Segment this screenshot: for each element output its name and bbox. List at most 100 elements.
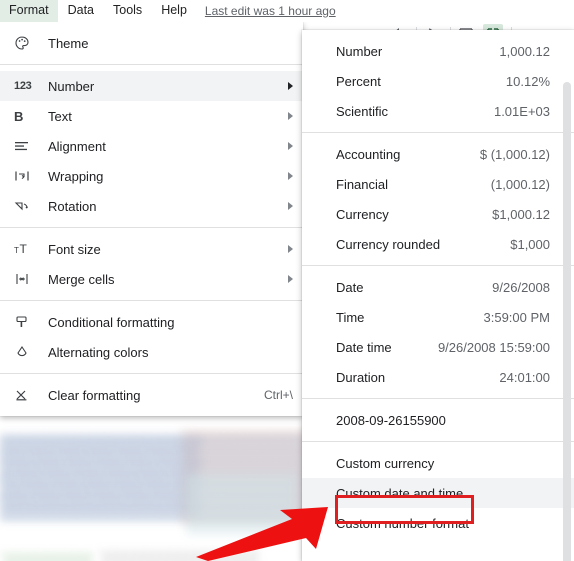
- menu-item-wrapping[interactable]: Wrapping: [0, 161, 303, 191]
- scrollbar-thumb[interactable]: [563, 82, 571, 561]
- menu-item-number[interactable]: 123 Number: [0, 71, 303, 101]
- menu-item-label: Wrapping: [48, 168, 104, 184]
- submenu-item-label: Financial: [336, 176, 389, 192]
- submenu-item-label: Number: [336, 43, 383, 59]
- menu-tools[interactable]: Tools: [104, 0, 151, 22]
- 123-icon: 123: [14, 80, 32, 92]
- palette-icon: [14, 35, 38, 51]
- menu-item-label: Number: [48, 78, 95, 94]
- submenu-item-label: Date time: [336, 339, 392, 355]
- menu-item-conditional-formatting[interactable]: Conditional formatting: [0, 307, 303, 337]
- submenu-item-label: Accounting: [336, 146, 401, 162]
- menu-help[interactable]: Help: [152, 0, 196, 22]
- chevron-right-icon: [288, 82, 293, 90]
- chevron-right-icon: [288, 112, 293, 120]
- menu-item-rotation[interactable]: Rotation: [0, 191, 303, 221]
- submenu-divider-2: [302, 265, 574, 266]
- submenu-item-example: $1,000: [510, 236, 550, 252]
- menu-item-label: Theme: [48, 35, 89, 51]
- submenu-item-currency-rounded[interactable]: Currency rounded $1,000: [302, 229, 574, 259]
- alignment-icon: [14, 139, 38, 153]
- alternating-colors-icon: [14, 345, 38, 359]
- chevron-right-icon: [288, 142, 293, 150]
- menu-divider-4: [0, 373, 303, 374]
- submenu-item-example: 1.01E+03: [493, 103, 550, 119]
- screenshot-root: Format Data Tools Help Last edit was 1 h…: [0, 0, 574, 561]
- submenu-item-label: Date: [336, 279, 364, 295]
- submenu-item-custom-date-and-time[interactable]: Custom date and time: [302, 478, 574, 508]
- submenu-item-date-time[interactable]: Date time 9/26/2008 15:59:00: [302, 332, 574, 362]
- submenu-item-label: Currency: [336, 206, 389, 222]
- backdrop-band-gray: [100, 550, 260, 561]
- menu-item-text[interactable]: B Text: [0, 101, 303, 131]
- submenu-item-label: Currency rounded: [336, 236, 441, 252]
- menu-format[interactable]: Format: [0, 0, 58, 22]
- submenu-item-example: $ (1,000.12): [479, 146, 550, 162]
- submenu-item-currency[interactable]: Currency $1,000.12: [302, 199, 574, 229]
- submenu-item-financial[interactable]: Financial (1,000.12): [302, 169, 574, 199]
- chevron-right-icon: [288, 202, 293, 210]
- submenu-item-label: Custom number format: [336, 515, 469, 531]
- menu-item-alignment[interactable]: Alignment: [0, 131, 303, 161]
- menu-divider-1: [0, 64, 303, 65]
- submenu-item-label: 2008-09-26155900: [336, 412, 446, 428]
- submenu-item-label: Scientific: [336, 103, 389, 119]
- menu-item-theme[interactable]: Theme: [0, 28, 303, 58]
- submenu-divider-3: [302, 398, 574, 399]
- menu-item-label: Alignment: [48, 138, 106, 154]
- menu-item-shortcut: Ctrl+\: [263, 388, 293, 402]
- submenu-item-example: $1,000.12: [492, 206, 550, 222]
- submenu-item-label: Custom currency: [336, 455, 435, 471]
- menu-item-label: Rotation: [48, 198, 97, 214]
- backdrop-cell-block: [186, 474, 296, 534]
- number-format-submenu: Number 1,000.12 Percent 10.12% Scientifi…: [302, 30, 574, 561]
- last-edit-label[interactable]: Last edit was 1 hour ago: [205, 4, 336, 18]
- submenu-item-custom-applied-format[interactable]: 2008-09-26155900: [302, 405, 574, 435]
- submenu-item-label: Custom date and time: [336, 485, 464, 501]
- wrapping-icon: [14, 169, 38, 183]
- submenu-item-example: 9/26/2008: [492, 279, 550, 295]
- backdrop-band-green: [2, 552, 94, 561]
- menu-item-label: Merge cells: [48, 271, 115, 287]
- menu-item-label: Font size: [48, 241, 101, 257]
- submenu-item-example: 10.12%: [505, 73, 550, 89]
- clear-formatting-icon: [14, 388, 38, 402]
- menu-bar: Format Data Tools Help Last edit was 1 h…: [0, 0, 574, 22]
- submenu-item-number[interactable]: Number 1,000.12: [302, 36, 574, 66]
- conditional-formatting-icon: [14, 315, 38, 329]
- submenu-item-label: Percent: [336, 73, 381, 89]
- submenu-item-example: 1,000.12: [499, 43, 550, 59]
- submenu-item-example: (1,000.12): [490, 176, 550, 192]
- submenu-item-custom-number-format[interactable]: Custom number format: [302, 508, 574, 538]
- chevron-right-icon: [288, 275, 293, 283]
- menu-divider-3: [0, 300, 303, 301]
- chevron-right-icon: [288, 172, 293, 180]
- menu-data[interactable]: Data: [59, 0, 103, 22]
- submenu-item-example: 24:01:00: [499, 369, 550, 385]
- submenu-item-date[interactable]: Date 9/26/2008: [302, 272, 574, 302]
- submenu-scrollbar[interactable]: [563, 82, 571, 561]
- backdrop-band-diagonal: [0, 436, 200, 516]
- format-dropdown-menu: Theme 123 Number B Text Alignment Wrappi…: [0, 22, 303, 416]
- merge-cells-icon: [14, 272, 38, 286]
- menu-item-label: Clear formatting: [48, 387, 141, 403]
- menu-item-clear-formatting[interactable]: Clear formatting Ctrl+\: [0, 380, 303, 410]
- submenu-item-percent[interactable]: Percent 10.12%: [302, 66, 574, 96]
- svg-text:T: T: [14, 246, 19, 255]
- menu-item-alternating-colors[interactable]: Alternating colors: [0, 337, 303, 367]
- rotation-icon: [14, 199, 38, 213]
- submenu-item-example: 9/26/2008 15:59:00: [437, 339, 550, 355]
- submenu-item-duration[interactable]: Duration 24:01:00: [302, 362, 574, 392]
- submenu-item-label: Time: [336, 309, 365, 325]
- menu-item-label: Text: [48, 108, 72, 124]
- submenu-item-scientific[interactable]: Scientific 1.01E+03: [302, 96, 574, 126]
- submenu-item-time[interactable]: Time 3:59:00 PM: [302, 302, 574, 332]
- submenu-item-example: 3:59:00 PM: [483, 309, 551, 325]
- submenu-item-custom-currency[interactable]: Custom currency: [302, 448, 574, 478]
- menu-divider-2: [0, 227, 303, 228]
- menu-item-font-size[interactable]: T T Font size: [0, 234, 303, 264]
- menu-item-label: Alternating colors: [48, 344, 149, 360]
- menu-item-merge-cells[interactable]: Merge cells: [0, 264, 303, 294]
- bold-b-icon: B: [14, 108, 24, 124]
- submenu-item-accounting[interactable]: Accounting $ (1,000.12): [302, 139, 574, 169]
